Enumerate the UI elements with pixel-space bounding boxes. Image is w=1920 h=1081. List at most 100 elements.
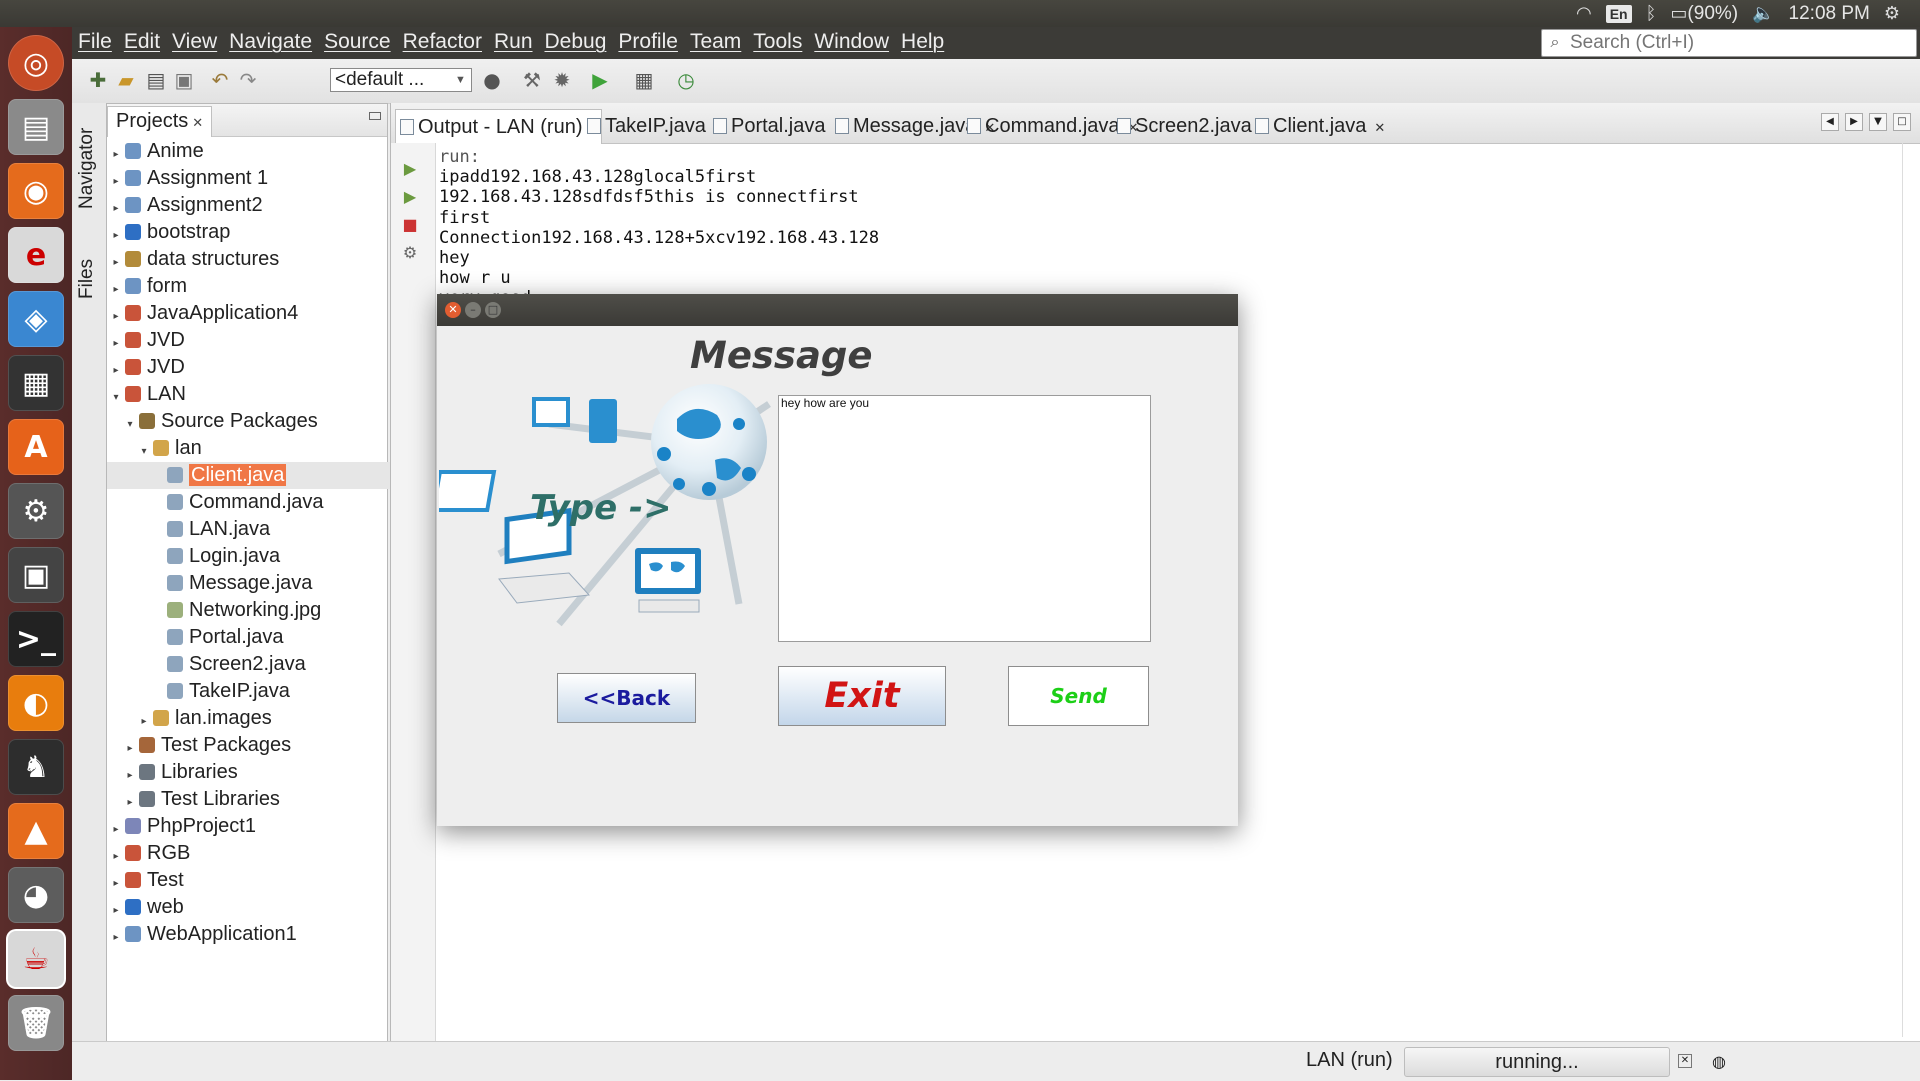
expand-right-icon[interactable]: ▸ <box>137 708 151 735</box>
expand-down-icon[interactable]: ▾ <box>137 438 151 465</box>
menu-run[interactable]: Run <box>494 30 533 54</box>
tree-item[interactable]: ▸ Assignment 1 <box>107 165 268 192</box>
running-process-label[interactable]: LAN (run) <box>1306 1049 1393 1072</box>
expand-down-icon[interactable]: ▾ <box>123 411 137 438</box>
tree-item[interactable]: ▸ lan.images <box>107 705 271 735</box>
files-icon[interactable]: ▤ <box>8 99 64 155</box>
tree-item[interactable]: ▸ Test Packages <box>107 732 291 759</box>
tree-item[interactable]: ▸ PhpProject1 <box>107 813 255 843</box>
back-button[interactable]: <<Back <box>557 673 696 723</box>
ide-search-box[interactable]: ⌕ <box>1541 29 1917 57</box>
netbeans-java-icon[interactable]: ☕ <box>8 931 64 987</box>
terminal-icon[interactable]: >_ <box>8 611 64 667</box>
expand-right-icon[interactable]: ▸ <box>109 303 123 330</box>
tab-navigator[interactable]: Navigator <box>76 128 98 209</box>
menu-file[interactable]: File <box>78 30 112 54</box>
tree-item[interactable]: ▾ Source Packages <box>107 408 317 438</box>
clock[interactable]: 12:08 PM <box>1789 3 1870 25</box>
new-file-icon[interactable]: ✚ <box>86 68 110 92</box>
tree-item[interactable]: ▸ Test Libraries <box>107 786 279 816</box>
search-input[interactable] <box>1568 31 1902 55</box>
notifications-icon[interactable]: ◍ <box>1712 1052 1726 1072</box>
blender-icon[interactable]: ◐ <box>8 675 64 731</box>
tree-item[interactable]: ▸ WebApplication1 <box>107 921 296 951</box>
save-all-icon[interactable]: ▣ <box>172 68 196 92</box>
tab-files[interactable]: Files <box>76 259 98 299</box>
expand-right-icon[interactable]: ▸ <box>109 357 123 384</box>
gimp-icon[interactable]: ◕ <box>8 867 64 923</box>
workspace-switcher-icon[interactable]: ▣ <box>8 547 64 603</box>
expand-right-icon[interactable]: ▸ <box>109 168 123 195</box>
menu-edit[interactable]: Edit <box>124 30 160 54</box>
rerun-with-options-icon[interactable]: ▶ <box>401 187 419 206</box>
progress-bar[interactable]: running... <box>1404 1047 1670 1077</box>
menu-team[interactable]: Team <box>690 30 741 54</box>
scroll-right-icon[interactable]: ▶ <box>1845 113 1863 131</box>
expand-right-icon[interactable]: ▸ <box>123 789 137 816</box>
open-project-icon[interactable]: ▤ <box>144 68 168 92</box>
expand-right-icon[interactable]: ▸ <box>109 816 123 843</box>
tree-item[interactable]: Portal.java <box>107 624 284 651</box>
tree-item[interactable]: ▸ data structures <box>107 246 279 273</box>
tree-item[interactable]: Message.java <box>107 570 312 597</box>
menu-source[interactable]: Source <box>324 30 391 54</box>
volume-icon[interactable]: 🔈 <box>1752 3 1774 24</box>
dash-home-icon[interactable]: ◎ <box>8 35 64 91</box>
menu-tools[interactable]: Tools <box>753 30 802 54</box>
expand-right-icon[interactable]: ▸ <box>123 762 137 789</box>
output-console[interactable]: run: ipadd192.168.43.128glocal5first 192.1… <box>439 147 879 309</box>
editor-tab[interactable]: Client.java ✕ <box>1251 109 1385 143</box>
tree-item[interactable]: ▸ JVD <box>107 354 184 384</box>
firefox-icon[interactable]: ◉ <box>8 163 64 219</box>
tree-item[interactable]: TakeIP.java <box>107 678 290 705</box>
editor-tab[interactable]: Output - LAN (run)✕ <box>395 109 603 144</box>
menu-help[interactable]: Help <box>901 30 944 54</box>
tree-item[interactable]: Login.java <box>107 543 280 570</box>
clean-build-icon[interactable]: ✹ <box>550 68 574 92</box>
rerun-icon[interactable]: ▶ <box>401 159 419 178</box>
show-opened-documents-icon[interactable]: ▼ <box>1869 113 1887 131</box>
expand-right-icon[interactable]: ▸ <box>109 924 123 951</box>
video-editor-icon[interactable]: ▦ <box>8 355 64 411</box>
tree-item[interactable]: ▸ JavaApplication4 <box>107 300 298 327</box>
editor-tab[interactable]: Screen2.java✕ <box>1113 109 1271 143</box>
tree-item[interactable]: ▸ JVD <box>107 327 184 354</box>
tree-item[interactable]: ▸ Anime <box>107 138 203 165</box>
output-scrollbar[interactable] <box>1902 143 1917 1037</box>
wifi-icon[interactable]: ◠ <box>1576 3 1592 24</box>
tree-item[interactable]: ▸ Assignment2 <box>107 192 262 219</box>
tree-item[interactable]: Screen2.java <box>107 651 306 678</box>
chess-icon[interactable]: ♞ <box>8 739 64 795</box>
output-settings-icon[interactable]: ⚙ <box>401 243 419 262</box>
menu-view[interactable]: View <box>172 30 217 54</box>
tree-item[interactable]: Networking.jpg <box>107 597 321 624</box>
system-settings-icon[interactable]: ⚙ <box>8 483 64 539</box>
maximize-window-icon[interactable]: □ <box>485 302 501 318</box>
tree-item[interactable]: ▾ LAN <box>107 381 185 411</box>
expand-right-icon[interactable]: ▸ <box>109 843 123 870</box>
close-window-icon[interactable]: ✕ <box>445 302 461 318</box>
tree-item[interactable]: ▸ bootstrap <box>107 219 230 246</box>
target-platform-icon[interactable]: ● <box>480 68 504 92</box>
tree-item[interactable]: ▸ Libraries <box>107 759 237 789</box>
redo-icon[interactable]: ↷ <box>236 68 260 92</box>
expand-down-icon[interactable]: ▾ <box>109 384 123 411</box>
menu-navigate[interactable]: Navigate <box>229 30 312 54</box>
keyboard-layout-indicator[interactable]: En <box>1605 4 1632 23</box>
menu-refactor[interactable]: Refactor <box>403 30 482 54</box>
menu-window[interactable]: Window <box>814 30 889 54</box>
trash-icon[interactable]: 🗑 <box>8 995 64 1051</box>
maximize-window-icon[interactable]: □ <box>1893 113 1911 131</box>
stop-icon[interactable]: ■ <box>401 215 419 234</box>
battery-indicator[interactable]: ▭(90%) <box>1670 3 1738 25</box>
menu-debug[interactable]: Debug <box>545 30 607 54</box>
undo-icon[interactable]: ↶ <box>208 68 232 92</box>
close-icon[interactable]: ✕ <box>192 115 203 130</box>
expand-right-icon[interactable]: ▸ <box>109 276 123 303</box>
browser-icon[interactable]: e <box>8 227 64 283</box>
build-hammer-icon[interactable]: ⚒ <box>520 68 544 92</box>
editor-tab[interactable]: Portal.java✕ <box>709 109 844 143</box>
configuration-select[interactable]: <default ... ▼ <box>330 68 472 92</box>
expand-right-icon[interactable]: ▸ <box>109 222 123 249</box>
exit-button[interactable]: Exit <box>778 666 946 726</box>
